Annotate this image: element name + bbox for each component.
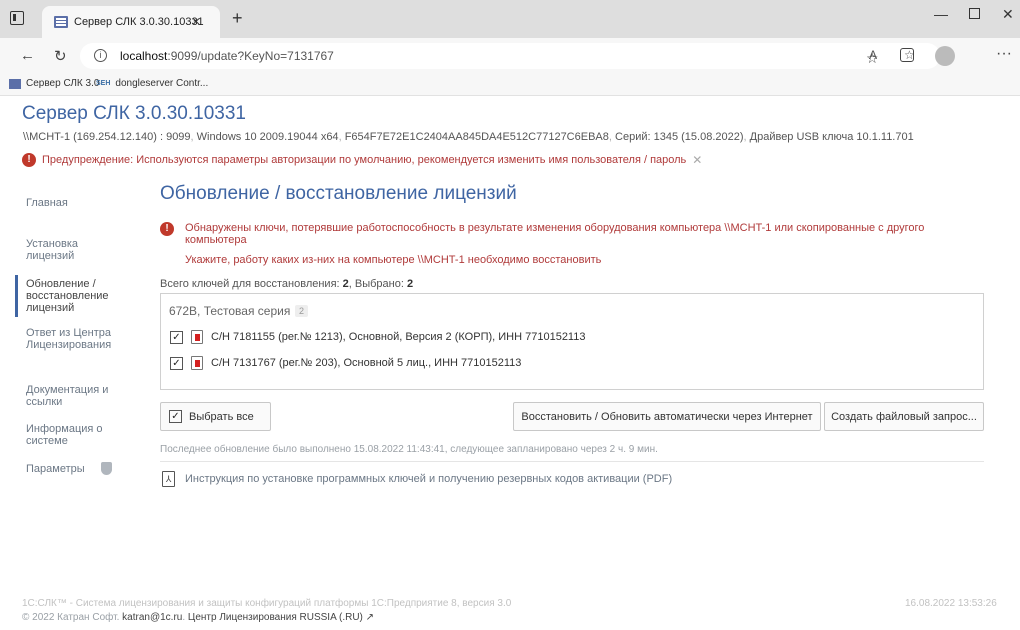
alert-icon: !: [160, 222, 174, 236]
alert-text: Обнаружены ключи, потерявшие работоспосо…: [185, 222, 925, 246]
keys-list: 672B, Тестовая серия 2 ✓ С/Н 7181155 (ре…: [160, 293, 984, 390]
favorite-item-dongleserver[interactable]: SEH dongleserver Contr...: [96, 78, 208, 89]
sidebar-item-label: Параметры: [26, 462, 85, 475]
create-file-request-button[interactable]: Создать файловый запрос...: [824, 402, 984, 431]
minimize-icon[interactable]: —: [934, 6, 948, 22]
footer-product-info: 1С:СЛК™ - Система лицензирования и защит…: [22, 598, 512, 609]
email-link[interactable]: katran@1c.ru: [122, 612, 182, 623]
sidebar-item-params[interactable]: Параметры: [26, 462, 126, 475]
server-favicon-icon: [54, 16, 68, 28]
profile-avatar-icon[interactable]: [935, 46, 955, 66]
key-row[interactable]: ✓ С/Н 7181155 (рег.№ 1213), Основной, Ве…: [170, 330, 585, 344]
close-window-icon[interactable]: ✕: [1002, 6, 1014, 23]
sidebar-item-answer[interactable]: Ответ из Центра Лицензирования: [26, 327, 126, 351]
key-label: С/Н 7131767 (рег.№ 203), Основной 5 лиц.…: [211, 357, 522, 369]
section-title: Обновление / восстановление лицензий: [160, 183, 517, 204]
tab-title: Сервер СЛК 3.0.30.10331: [74, 16, 204, 28]
last-update-info: Последнее обновление было выполнено 15.0…: [160, 444, 658, 455]
keys-count: Всего ключей для восстановления: 2, Выбр…: [160, 278, 414, 290]
external-link-icon: ↗: [365, 612, 375, 623]
sidebar-item-info[interactable]: Информация о системе: [26, 423, 126, 447]
pdf-icon: ⅄: [162, 471, 175, 487]
key-checkbox[interactable]: ✓: [170, 330, 183, 344]
key-checkbox[interactable]: ✓: [170, 356, 183, 370]
site-info-icon[interactable]: i: [94, 49, 107, 62]
select-all-button[interactable]: ✓ Выбрать все: [160, 402, 271, 431]
dismiss-warning-icon[interactable]: ✕: [692, 153, 702, 167]
dongleserver-icon: SEH: [96, 80, 111, 87]
sidebar-item-update[interactable]: Обновление / восстановление лицензий: [26, 278, 126, 314]
pdf-instructions-link[interactable]: ⅄ Инструкция по установке программных кл…: [162, 471, 672, 487]
page-title: Сервер СЛК 3.0.30.10331: [22, 103, 246, 124]
series-name: 672B, Тестовая серия: [169, 304, 291, 318]
browser-tabstrip: Сервер СЛК 3.0.30.10331 × + — ✕: [0, 0, 1020, 38]
shield-icon: [100, 462, 112, 475]
maximize-icon[interactable]: [969, 8, 980, 19]
address-bar[interactable]: i localhost:9099/update?KeyNo=7131767 A …: [80, 43, 940, 69]
more-menu-icon[interactable]: ···: [996, 45, 1012, 63]
series-count-badge: 2: [295, 305, 309, 317]
divider: [160, 461, 984, 462]
favorites-icon[interactable]: ☆: [866, 50, 879, 67]
server-info: \\MCHT-1 (169.254.12.140) : 9099, Window…: [23, 131, 914, 143]
sidebar-item-docs[interactable]: Документация и ссылки: [26, 384, 126, 408]
select-all-checkbox: ✓: [169, 410, 182, 423]
collections-icon[interactable]: [900, 48, 914, 62]
tab-close-icon[interactable]: ×: [192, 13, 200, 29]
url-text: localhost:9099/update?KeyNo=7131767: [120, 49, 334, 63]
favorites-bar: Сервер СЛК 3.0 SEH dongleserver Contr...: [0, 74, 1020, 96]
key-label: С/Н 7181155 (рег.№ 1213), Основной, Верс…: [211, 331, 586, 343]
key-row[interactable]: ✓ С/Н 7131767 (рег.№ 203), Основной 5 ли…: [170, 356, 521, 370]
favorite-item-server[interactable]: Сервер СЛК 3.0: [9, 78, 99, 89]
sidebar-item-main[interactable]: Главная: [26, 197, 126, 209]
server-favicon-icon: [9, 78, 21, 89]
dongle-key-icon: [191, 356, 203, 370]
license-center-link[interactable]: Центр Лицензирования RUSSIA (.RU): [188, 612, 363, 623]
back-icon[interactable]: ←: [20, 47, 35, 64]
footer-copyright: © 2022 Катран Софт. katran@1c.ru. Центр …: [22, 612, 375, 623]
restore-online-button[interactable]: Восстановить / Обновить автоматически че…: [513, 402, 821, 431]
tab-actions-icon[interactable]: [10, 11, 24, 25]
alert-instruction: Укажите, работу каких из-них на компьюте…: [185, 254, 602, 266]
dongle-key-icon: [191, 330, 203, 344]
reload-icon[interactable]: ↻: [54, 47, 67, 65]
browser-tab[interactable]: Сервер СЛК 3.0.30.10331 ×: [42, 6, 220, 38]
sidebar-item-install[interactable]: Установка лицензий: [26, 238, 126, 262]
footer-datetime: 16.08.2022 13:53:26: [905, 598, 997, 609]
alert-icon: !: [22, 153, 36, 167]
auth-warning: ! Предупреждение: Используются параметры…: [22, 153, 702, 167]
new-tab-icon[interactable]: +: [232, 8, 243, 29]
active-nav-indicator: [15, 275, 18, 317]
